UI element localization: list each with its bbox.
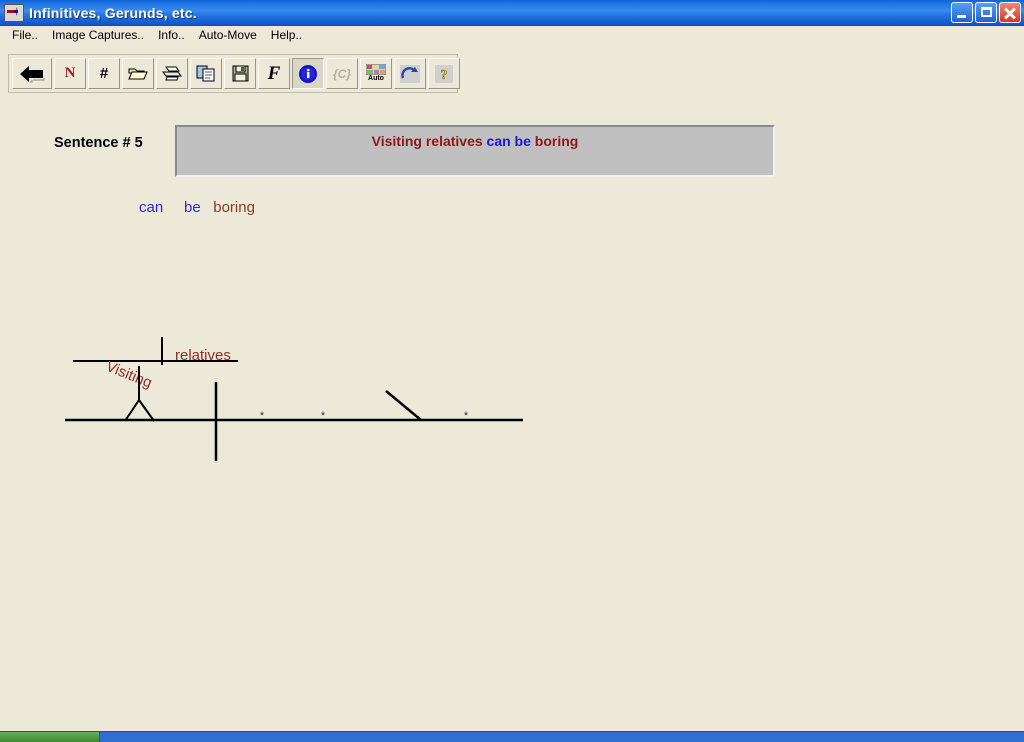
font-button[interactable]: F bbox=[258, 58, 290, 89]
menu-image-captures[interactable]: Image Captures.. bbox=[45, 27, 151, 43]
sentence-display-box[interactable]: Visiting relatives can be boring bbox=[175, 125, 775, 177]
slot-marker-2: * bbox=[321, 410, 326, 422]
title-bar: Infinitives, Gerunds, etc. bbox=[0, 0, 1024, 26]
number-button[interactable]: # bbox=[88, 58, 120, 89]
word-can[interactable]: can bbox=[139, 199, 163, 216]
sentence-part-2: can be bbox=[486, 133, 535, 149]
folder-open-icon bbox=[128, 66, 148, 82]
open-button[interactable] bbox=[122, 58, 154, 89]
sentence-part-1: Visiting relatives bbox=[371, 133, 487, 149]
menu-auto-move[interactable]: Auto-Move bbox=[192, 27, 264, 43]
back-button[interactable] bbox=[12, 58, 52, 89]
word-boring[interactable]: boring bbox=[213, 199, 255, 216]
blue-info-gear-icon bbox=[298, 64, 318, 84]
letter-n-icon: N bbox=[64, 65, 76, 81]
start-button[interactable] bbox=[0, 732, 100, 742]
diagram-label-relatives: relatives bbox=[175, 347, 231, 364]
close-button[interactable] bbox=[999, 2, 1021, 23]
bold-f-icon: F bbox=[267, 63, 281, 84]
window-controls bbox=[951, 2, 1021, 23]
copyright-button[interactable]: {C} bbox=[326, 58, 358, 89]
save-button[interactable] bbox=[224, 58, 256, 89]
word-bank-row: can be boring bbox=[139, 199, 255, 216]
maximize-button[interactable] bbox=[975, 2, 997, 23]
minimize-button[interactable] bbox=[951, 2, 973, 23]
taskbar bbox=[0, 731, 1024, 742]
question-mark-icon: ? bbox=[435, 64, 453, 83]
info-button[interactable] bbox=[292, 58, 324, 89]
sentence-number-label: Sentence # 5 bbox=[54, 135, 143, 151]
word-be[interactable]: be bbox=[184, 199, 201, 216]
application-window: Infinitives, Gerunds, etc. File.. Image … bbox=[0, 0, 1024, 742]
redo-arrow-icon bbox=[400, 64, 420, 83]
app-arrow-icon bbox=[4, 4, 24, 22]
back-arrow-icon bbox=[19, 65, 45, 83]
floppy-disk-icon bbox=[232, 65, 249, 82]
help-button[interactable]: ? bbox=[428, 58, 460, 89]
svg-text:?: ? bbox=[441, 68, 448, 83]
sentence-part-3: boring bbox=[534, 133, 579, 149]
sentence-diagram: relatives Visiting * * * bbox=[65, 337, 523, 461]
n-button[interactable]: N bbox=[54, 58, 86, 89]
hash-icon: # bbox=[99, 65, 109, 82]
tripod-left-leg bbox=[124, 399, 140, 422]
toolbar: N # F {C} Auto ? bbox=[8, 54, 460, 93]
window-title: Infinitives, Gerunds, etc. bbox=[29, 5, 197, 21]
auto-grid-icon: Auto bbox=[366, 64, 386, 83]
menu-bar: File.. Image Captures.. Info.. Auto-Move… bbox=[0, 26, 1024, 44]
menu-file[interactable]: File.. bbox=[5, 27, 45, 43]
diagram-label-visiting: Visiting bbox=[104, 358, 155, 392]
complement-slash bbox=[385, 390, 422, 421]
copy-pages-icon bbox=[196, 65, 216, 82]
slot-marker-3: * bbox=[464, 410, 469, 422]
menu-help[interactable]: Help.. bbox=[264, 27, 309, 43]
auto-button[interactable]: Auto bbox=[360, 58, 392, 89]
menu-info[interactable]: Info.. bbox=[151, 27, 192, 43]
slot-marker-1: * bbox=[260, 410, 265, 422]
redo-button[interactable] bbox=[394, 58, 426, 89]
sentence-text: Visiting relatives can be boring bbox=[372, 133, 579, 149]
tripod-right-leg bbox=[138, 399, 155, 422]
print-button[interactable] bbox=[156, 58, 188, 89]
printer-icon bbox=[161, 65, 183, 82]
copy-button[interactable] bbox=[190, 58, 222, 89]
curly-c-icon: {C} bbox=[332, 66, 351, 81]
